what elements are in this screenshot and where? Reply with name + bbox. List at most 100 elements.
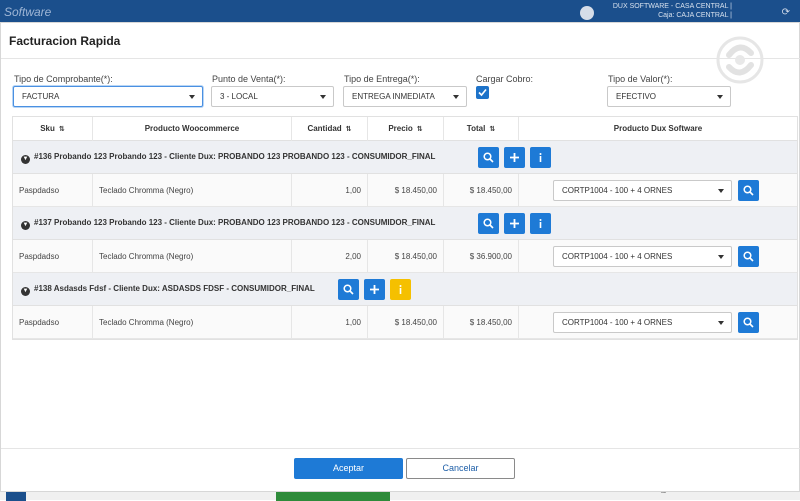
chevron-down-icon	[189, 95, 195, 99]
producto-dux-value: CORTP1004 - 100 + 4 ORNES	[562, 252, 673, 261]
chevron-down-icon	[320, 95, 326, 99]
company-info: DUX SOFTWARE - CASA CENTRAL | Caja: CAJA…	[613, 2, 732, 20]
cargar-cobro-checkbox[interactable]	[476, 86, 489, 99]
producto-dux-select[interactable]: CORTP1004 - 100 + 4 ORNES	[553, 312, 732, 333]
chevron-down-icon[interactable]: ▼	[21, 221, 30, 230]
info-button[interactable]	[390, 279, 411, 300]
search-button[interactable]	[478, 147, 499, 168]
tipo-comprobante-label: Tipo de Comprobante(*):	[14, 74, 113, 84]
cell-total: $ 18.450,00	[444, 306, 519, 339]
table-row: Paspdadso Teclado Chromma (Negro) 2,00 $…	[13, 240, 797, 273]
punto-venta-select[interactable]: 3 - LOCAL	[211, 86, 334, 107]
producto-dux-value: CORTP1004 - 100 + 4 ORNES	[562, 318, 673, 327]
plus-icon	[370, 285, 379, 294]
row-search-button[interactable]	[738, 180, 759, 201]
col-producto-woo-label: Producto Woocommerce	[144, 124, 240, 133]
search-button[interactable]	[338, 279, 359, 300]
col-cantidad[interactable]: Cantidad ⇅	[292, 117, 368, 141]
col-producto-dux: Producto Dux Software	[519, 117, 797, 141]
sort-icon: ⇅	[489, 126, 496, 133]
chevron-down-icon[interactable]: ▼	[21, 287, 30, 296]
order-group-title[interactable]: ▼ #138 Asdasds Fdsf - Cliente Dux: ASDASD…	[21, 284, 315, 296]
punto-venta-label: Punto de Venta(*):	[212, 74, 286, 84]
search-icon	[343, 284, 354, 295]
tipo-valor-select[interactable]: EFECTIVO	[607, 86, 731, 107]
cargar-cobro-label: Cargar Cobro:	[476, 74, 534, 84]
info-icon	[539, 153, 542, 162]
modal-header: Facturacion Rapida	[1, 23, 800, 59]
plus-icon	[510, 219, 519, 228]
punto-venta-value: 3 - LOCAL	[220, 92, 258, 101]
info-icon	[539, 219, 542, 228]
dux-watermark-icon	[716, 36, 764, 84]
order-group-title[interactable]: ▼ #136 Probando 123 Probando 123 - Client…	[21, 152, 435, 164]
col-producto-woo: Producto Woocommerce	[93, 117, 292, 141]
cell-total: $ 18.450,00	[444, 174, 519, 207]
producto-dux-select[interactable]: CORTP1004 - 100 + 4 ORNES	[553, 246, 732, 267]
info-button[interactable]	[530, 147, 551, 168]
order-group-row: ▼ #138 Asdasds Fdsf - Cliente Dux: ASDASD…	[13, 273, 797, 306]
table-header: Sku ⇅ Producto Woocommerce Cantidad ⇅ Prec…	[13, 117, 797, 141]
col-total-label: Total	[466, 124, 486, 133]
sort-icon: ⇅	[58, 126, 65, 133]
chevron-down-icon	[718, 255, 724, 259]
add-button[interactable]	[364, 279, 385, 300]
producto-dux-select[interactable]: CORTP1004 - 100 + 4 ORNES	[553, 180, 732, 201]
row-search-button[interactable]	[738, 312, 759, 333]
row-search-button[interactable]	[738, 246, 759, 267]
plus-icon	[510, 153, 519, 162]
col-total[interactable]: Total ⇅	[444, 117, 519, 141]
add-button[interactable]	[504, 213, 525, 234]
order-group-title[interactable]: ▼ #137 Probando 123 Probando 123 - Client…	[21, 218, 435, 230]
info-icon	[399, 285, 402, 294]
cell-precio: $ 18.450,00	[368, 174, 444, 207]
tipo-entrega-label: Tipo de Entrega(*):	[344, 74, 420, 84]
cancel-button[interactable]: Cancelar	[406, 458, 515, 479]
chevron-down-icon	[453, 95, 459, 99]
chevron-down-icon	[717, 95, 723, 99]
tipo-comprobante-value: FACTURA	[22, 92, 60, 101]
order-group-label: #136 Probando 123 Probando 123 - Cliente…	[34, 152, 436, 161]
search-button[interactable]	[478, 213, 499, 234]
chevron-down-icon	[718, 189, 724, 193]
cell-cantidad: 2,00	[292, 240, 368, 273]
search-icon	[743, 317, 754, 328]
modal-title: Facturacion Rapida	[9, 34, 121, 48]
add-button[interactable]	[504, 147, 525, 168]
cell-sku: Paspdadso	[13, 306, 93, 339]
table-row: Paspdadso Teclado Chromma (Negro) 1,00 $…	[13, 174, 797, 207]
checkmark-icon	[478, 88, 487, 97]
col-sku[interactable]: Sku ⇅	[13, 117, 93, 141]
cell-producto: Teclado Chromma (Negro)	[93, 306, 292, 339]
cell-producto: Teclado Chromma (Negro)	[93, 174, 292, 207]
col-sku-label: Sku	[40, 124, 55, 133]
search-icon	[483, 218, 494, 229]
tipo-valor-label: Tipo de Valor(*):	[608, 74, 673, 84]
modal-footer: Aceptar Cancelar	[1, 448, 800, 493]
cell-sku: Paspdadso	[13, 240, 93, 273]
cell-total: $ 36.900,00	[444, 240, 519, 273]
company-line-1: DUX SOFTWARE - CASA CENTRAL |	[612, 3, 732, 10]
orders-table: Sku ⇅ Producto Woocommerce Cantidad ⇅ Prec…	[12, 116, 798, 340]
app-topbar: Software DUX SOFTWARE - CASA CENTRAL | C…	[0, 0, 800, 22]
producto-dux-value: CORTP1004 - 100 + 4 ORNES	[562, 186, 673, 195]
order-group-row: ▼ #136 Probando 123 Probando 123 - Client…	[13, 141, 797, 174]
tipo-entrega-select[interactable]: ENTREGA INMEDIATA	[343, 86, 467, 107]
tipo-entrega-value: ENTREGA INMEDIATA	[352, 92, 435, 101]
search-icon	[743, 185, 754, 196]
sort-icon: ⇅	[345, 126, 352, 133]
order-group-row: ▼ #137 Probando 123 Probando 123 - Client…	[13, 207, 797, 240]
accept-button[interactable]: Aceptar	[294, 458, 403, 479]
company-line-2: Caja: CAJA CENTRAL |	[658, 12, 732, 19]
col-precio[interactable]: Precio ⇅	[368, 117, 444, 141]
chevron-down-icon[interactable]: ▼	[21, 155, 30, 164]
chevron-down-icon	[718, 321, 724, 325]
cell-cantidad: 1,00	[292, 174, 368, 207]
cell-producto: Teclado Chromma (Negro)	[93, 240, 292, 273]
facturacion-rapida-modal: Facturacion Rapida Tipo de Comprobante(*…	[0, 22, 800, 492]
tipo-comprobante-select[interactable]: FACTURA	[13, 86, 203, 107]
info-button[interactable]	[530, 213, 551, 234]
user-avatar-icon[interactable]	[580, 6, 594, 20]
app-name: Software	[4, 5, 52, 19]
cell-precio: $ 18.450,00	[368, 306, 444, 339]
